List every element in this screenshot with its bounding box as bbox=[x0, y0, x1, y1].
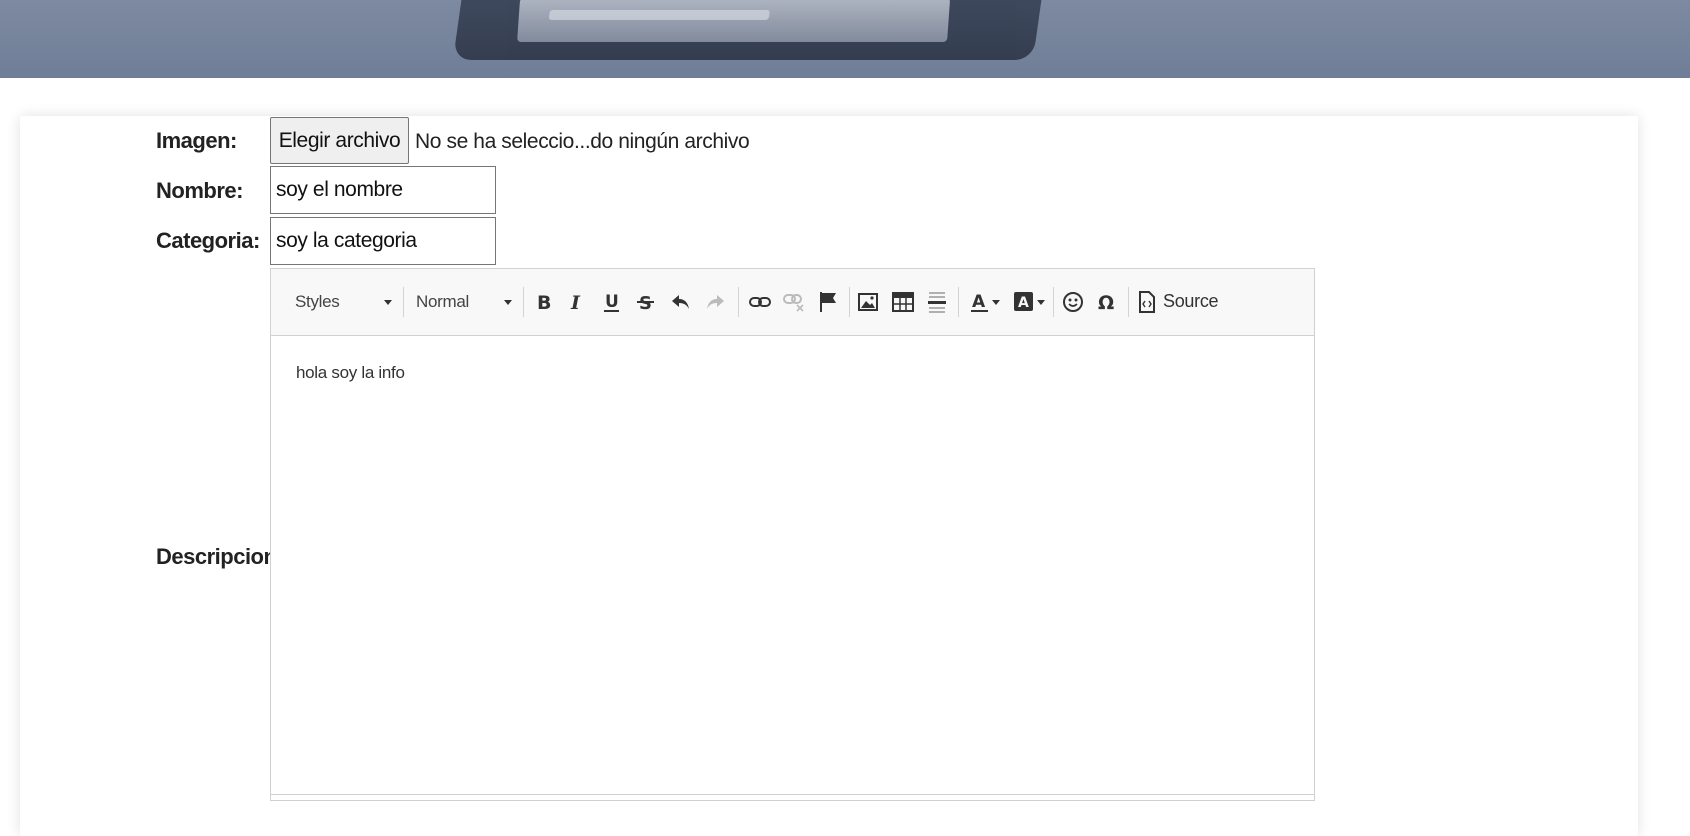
svg-text:U: U bbox=[605, 292, 619, 312]
redo-icon[interactable] bbox=[702, 289, 728, 315]
text-color-icon[interactable]: A bbox=[967, 289, 993, 315]
unlink-icon[interactable] bbox=[781, 289, 807, 315]
imagen-label: Imagen: bbox=[156, 128, 237, 153]
source-icon[interactable] bbox=[1134, 289, 1160, 315]
banner-device-image bbox=[452, 0, 1048, 60]
choose-file-button[interactable]: Elegir archivo bbox=[270, 117, 409, 164]
styles-dropdown[interactable]: Styles bbox=[295, 269, 340, 335]
styles-dropdown-label: Styles bbox=[295, 292, 340, 311]
link-icon[interactable] bbox=[747, 289, 773, 315]
toolbar-separator bbox=[1053, 287, 1054, 317]
editor-toolbar: Styles Normal B I U S bbox=[271, 269, 1314, 336]
horizontal-line-icon[interactable] bbox=[924, 289, 950, 315]
toolbar-separator bbox=[958, 287, 959, 317]
toolbar-separator bbox=[1128, 287, 1129, 317]
image-icon[interactable] bbox=[855, 289, 881, 315]
categoria-input[interactable] bbox=[270, 217, 496, 265]
svg-text:A: A bbox=[1018, 295, 1029, 311]
svg-text:Ω: Ω bbox=[1098, 292, 1114, 313]
smiley-icon[interactable] bbox=[1060, 289, 1086, 315]
nombre-input[interactable] bbox=[270, 166, 496, 214]
underline-icon[interactable]: U bbox=[599, 289, 625, 315]
background-color-chevron-down-icon bbox=[1037, 300, 1045, 305]
svg-text:B: B bbox=[537, 292, 551, 313]
editor-bottom-border bbox=[271, 794, 1314, 795]
toolbar-separator bbox=[523, 287, 524, 317]
background-color-icon[interactable]: A bbox=[1011, 289, 1037, 315]
bold-icon[interactable]: B bbox=[531, 289, 557, 315]
svg-text:A: A bbox=[972, 292, 986, 312]
styles-chevron-down-icon bbox=[384, 300, 392, 305]
header-banner bbox=[0, 0, 1690, 78]
format-dropdown-label: Normal bbox=[416, 292, 469, 311]
format-dropdown[interactable]: Normal bbox=[416, 269, 469, 335]
nombre-label: Nombre: bbox=[156, 178, 243, 203]
format-chevron-down-icon bbox=[504, 300, 512, 305]
toolbar-separator bbox=[738, 287, 739, 317]
svg-text:I: I bbox=[570, 292, 581, 313]
description-editor: Styles Normal B I U S bbox=[270, 268, 1315, 801]
editor-content-text: hola soy la info bbox=[296, 363, 405, 382]
italic-icon[interactable]: I bbox=[564, 289, 590, 315]
toolbar-separator bbox=[849, 287, 850, 317]
source-button-label[interactable]: Source bbox=[1163, 291, 1219, 312]
anchor-flag-icon[interactable] bbox=[815, 289, 841, 315]
toolbar-separator bbox=[403, 287, 404, 317]
special-char-omega-icon[interactable]: Ω bbox=[1094, 289, 1120, 315]
descripcion-label: Descripcion: bbox=[156, 544, 284, 569]
text-color-chevron-down-icon bbox=[992, 300, 1000, 305]
file-status-text: No se ha seleccio...do ningún archivo bbox=[415, 130, 750, 153]
undo-icon[interactable] bbox=[668, 289, 694, 315]
table-icon[interactable] bbox=[890, 289, 916, 315]
strikethrough-icon[interactable]: S bbox=[633, 289, 659, 315]
categoria-label: Categoria: bbox=[156, 228, 260, 253]
editor-content-area[interactable]: hola soy la info bbox=[271, 335, 1314, 800]
